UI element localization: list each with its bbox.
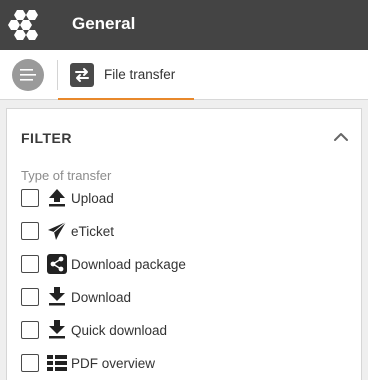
menu-button[interactable] <box>12 59 44 91</box>
filter-option-download[interactable]: Download <box>21 286 341 308</box>
download-package-checkbox[interactable] <box>21 255 39 273</box>
filter-option-upload[interactable]: Upload <box>21 187 341 209</box>
download-label: Download <box>71 289 132 305</box>
download-checkbox[interactable] <box>21 288 39 306</box>
filter-option-pdf-overview[interactable]: PDF overview <box>21 352 341 374</box>
filter-option-download-package[interactable]: Download package <box>21 253 341 275</box>
eticket-checkbox[interactable] <box>21 222 39 240</box>
pdf-overview-label: PDF overview <box>71 355 156 371</box>
quick-download-label: Quick download <box>71 322 168 338</box>
type-of-transfer-label: Type of transfer <box>21 168 112 183</box>
tab-bar: File transfer <box>0 50 368 100</box>
upload-label: Upload <box>71 190 114 206</box>
paper-plane-icon <box>48 221 67 240</box>
upload-checkbox[interactable] <box>21 189 39 207</box>
pdf-overview-checkbox[interactable] <box>21 354 39 372</box>
hexagon-cluster-icon <box>8 10 38 40</box>
filter-title: FILTER <box>21 130 72 146</box>
pdf-overview-icon <box>47 355 67 371</box>
filter-panel: FILTER Type of transfer Upload eTicket D <box>6 108 362 380</box>
filter-option-eticket[interactable]: eTicket <box>21 220 341 242</box>
filter-option-quick-download[interactable]: Quick download <box>21 319 341 341</box>
transfer-arrows-icon <box>70 63 94 87</box>
chevron-up-icon[interactable] <box>333 129 349 145</box>
upload-icon <box>49 189 65 207</box>
tab-file-transfer-label: File transfer <box>104 67 176 82</box>
download-icon <box>49 287 65 306</box>
download-package-label: Download package <box>71 256 186 272</box>
quick-download-icon <box>49 320 65 339</box>
active-tab-indicator <box>58 98 194 100</box>
page-title: General <box>72 14 136 33</box>
tab-file-transfer[interactable]: File transfer <box>58 50 194 100</box>
quick-download-checkbox[interactable] <box>21 321 39 339</box>
app-header: General <box>0 0 368 50</box>
eticket-label: eTicket <box>71 223 115 239</box>
hamburger-menu-icon <box>20 69 36 81</box>
share-icon <box>47 254 67 274</box>
